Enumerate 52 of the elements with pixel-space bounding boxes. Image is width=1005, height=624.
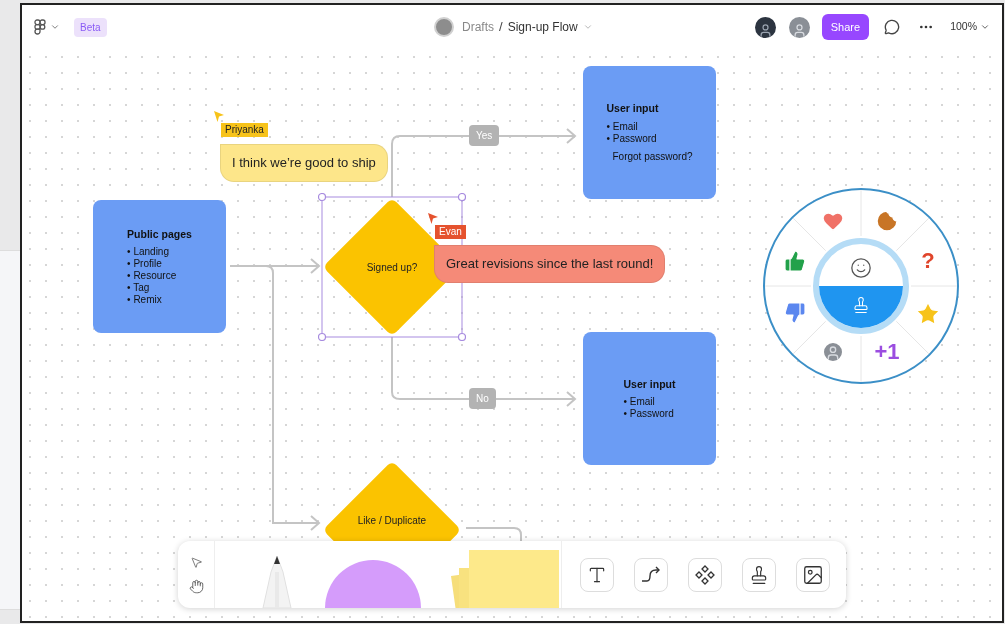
stamp-icon[interactable] [852, 296, 870, 314]
thumbs-up-icon[interactable] [783, 249, 807, 273]
hand-icon[interactable] [188, 578, 204, 594]
component-tool-button[interactable] [688, 557, 722, 592]
share-button[interactable]: Share [821, 14, 870, 40]
connector-line [465, 527, 522, 542]
diamond-label: Signed up? [366, 260, 418, 275]
list-item: • Resource [127, 270, 178, 283]
list-item: • Tag [127, 282, 151, 295]
smile-icon[interactable] [850, 257, 872, 279]
stamp-icon [749, 564, 769, 585]
component-icon [695, 564, 715, 585]
box-title: User input [606, 101, 660, 117]
list-item: • Remix [127, 294, 163, 307]
list-item: • Password [623, 408, 675, 421]
chevron-down-icon[interactable] [980, 22, 990, 32]
thumbs-down-icon[interactable] [783, 301, 807, 325]
list-item: • Landing [127, 246, 170, 259]
file-name[interactable]: Sign-up Flow [507, 18, 578, 36]
image-tool-button[interactable] [796, 557, 830, 592]
cursor-name-tag: Priyanka [221, 123, 268, 137]
sticker-text[interactable]: +1 [874, 341, 900, 363]
list-item: • Profile [127, 258, 163, 271]
connector-icon [640, 565, 662, 584]
beta-badge: Beta [74, 17, 107, 37]
edge-label: Yes [469, 125, 500, 146]
zoom-level[interactable]: 100% [950, 19, 977, 35]
box-note: Forgot password? [611, 149, 693, 164]
box-title: Public pages [127, 226, 192, 242]
edge-label: No [469, 388, 496, 409]
comment-icon[interactable] [884, 19, 901, 35]
stamp-tool-button[interactable] [742, 557, 776, 592]
logo-icon[interactable] [34, 19, 46, 35]
text-tool-button[interactable] [580, 557, 614, 592]
list-item: • Email [606, 120, 639, 133]
chat-bubble: Great revisions since the last round! [434, 245, 666, 283]
connector-tool-button[interactable] [634, 557, 668, 592]
sticker-text[interactable]: ? [921, 250, 935, 272]
breadcrumb-separator: / [499, 18, 503, 37]
chat-bubble: I think we’re good to ship [220, 144, 388, 182]
avatar[interactable] [754, 16, 776, 38]
list-item: • Email [623, 396, 656, 409]
breadcrumb-link[interactable]: Drafts [462, 18, 494, 36]
cookie-icon[interactable] [875, 209, 899, 233]
list-item: • Password [606, 132, 658, 145]
image-icon [802, 563, 824, 586]
chevron-down-icon[interactable] [50, 22, 60, 32]
team-avatar[interactable] [434, 17, 454, 37]
cursor-name-tag: Evan [435, 225, 466, 239]
diamond-label: Like / Duplicate [357, 513, 427, 528]
box-title: User input [623, 376, 676, 392]
pointer-icon[interactable] [189, 555, 203, 569]
